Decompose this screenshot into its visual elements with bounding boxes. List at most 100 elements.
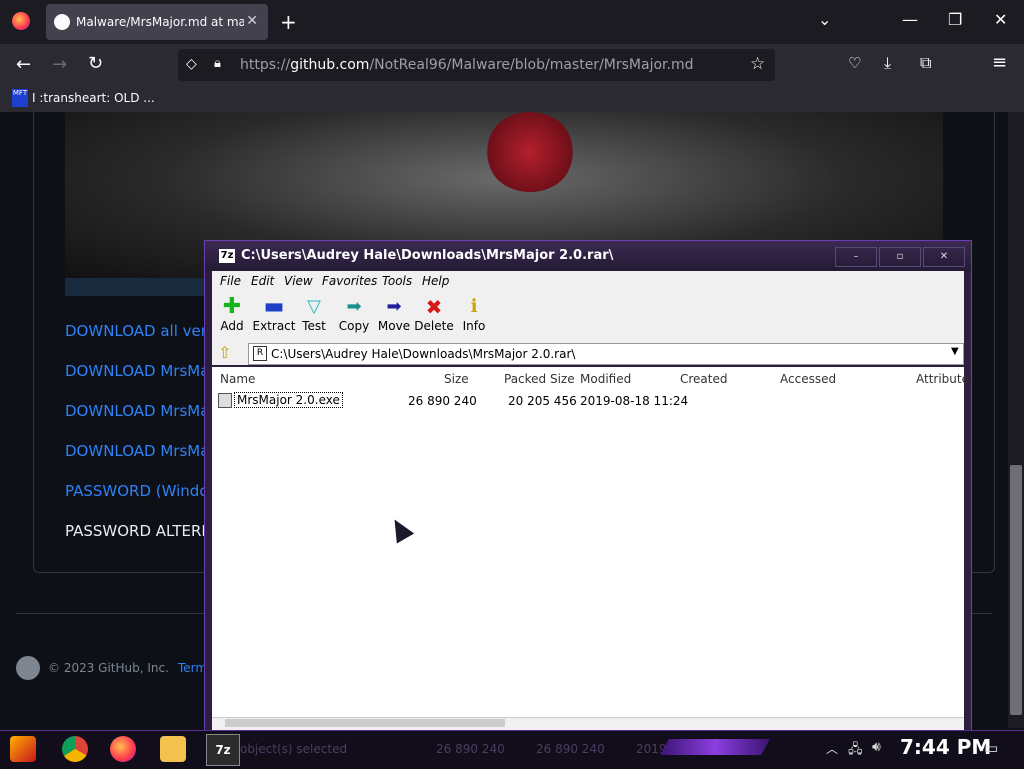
extensions-icon[interactable]: ⧉ [920, 53, 931, 73]
start-icon[interactable] [10, 736, 36, 762]
column-accessed[interactable]: Accessed [780, 372, 836, 386]
copy-button[interactable]: ➡ Copy [334, 293, 374, 339]
column-created[interactable]: Created [680, 372, 728, 386]
add-button[interactable]: ✚ Add [212, 293, 252, 339]
reload-icon[interactable]: ↻ [88, 53, 103, 74]
delete-button[interactable]: ✖ Delete [412, 293, 456, 339]
bookmark-favicon: MFT [12, 89, 28, 107]
github-icon [54, 14, 70, 30]
url-host: github.com [290, 57, 370, 73]
notifications-icon[interactable]: ▭ [984, 739, 998, 757]
extract-button[interactable]: ▬ Extract [250, 293, 298, 339]
menu-file[interactable]: File [220, 274, 241, 288]
horizontal-scrollbar-thumb[interactable] [225, 719, 505, 727]
menu-favorites[interactable]: Favorites [322, 274, 377, 288]
check-icon: ▽ [307, 296, 321, 317]
column-modified[interactable]: Modified [580, 372, 631, 386]
lock-icon[interactable]: 🔒︎ [214, 56, 221, 71]
move-button[interactable]: ➡ Move [374, 293, 414, 339]
file-explorer-icon[interactable] [160, 736, 186, 762]
7zip-taskbar-button[interactable]: 7z [206, 734, 240, 766]
tab-github-mrsmajor[interactable]: Malware/MrsMajor.md at master ✕ [46, 4, 268, 40]
info-button[interactable]: ℹ Info [454, 293, 494, 339]
new-tab-button[interactable]: + [280, 10, 297, 34]
7zip-titlebar[interactable]: 7z C:\Users\Audrey Hale\Downloads\MrsMaj… [205, 241, 971, 271]
maximize-button[interactable]: ▫ [879, 247, 921, 267]
column-name[interactable]: Name [220, 372, 255, 386]
bookmark-item[interactable]: I :transheart: OLD ... [32, 91, 155, 105]
close-button[interactable]: ✕ [923, 247, 965, 267]
menu-tools[interactable]: Tools [382, 274, 412, 288]
download-link-all[interactable]: DOWNLOAD all vers [65, 322, 215, 340]
menu-edit[interactable]: Edit [251, 274, 274, 288]
password-link[interactable]: PASSWORD (Windo [65, 482, 209, 500]
extract-label: Extract [252, 319, 296, 333]
download-link-3[interactable]: DOWNLOAD MrsMa [65, 442, 209, 460]
file-list: MrsMajor 2.0.exe 26 890 240 20 205 456 2… [212, 389, 964, 717]
page-scrollbar-thumb[interactable] [1010, 465, 1022, 715]
firefox-icon[interactable] [12, 12, 30, 30]
test-label: Test [302, 319, 326, 333]
star-icon[interactable]: ☆ [750, 54, 765, 74]
forward-icon[interactable]: → [52, 54, 67, 75]
add-label: Add [220, 319, 244, 333]
7zip-window: 7z C:\Users\Audrey Hale\Downloads\MrsMaj… [204, 240, 972, 732]
bookmarks-toolbar: MFT I :transheart: OLD ... [0, 86, 1024, 112]
github-logo-icon[interactable] [16, 656, 40, 680]
url-path: /NotReal96/Malware/blob/master/MrsMajor.… [369, 57, 694, 73]
address-text: C:\Users\Audrey Hale\Downloads\MrsMajor … [271, 347, 576, 361]
column-header-row: Name Size Packed Size Modified Created A… [212, 367, 969, 390]
file-name[interactable]: MrsMajor 2.0.exe [234, 392, 343, 408]
network-icon[interactable]: 🖧 [848, 740, 863, 762]
download-link-2[interactable]: DOWNLOAD MrsMa [65, 402, 209, 420]
download-icon[interactable]: ⤓ [884, 53, 891, 73]
pocket-icon[interactable]: ♡ [848, 54, 861, 72]
url-prefix: https:// [240, 57, 291, 73]
taskbar-clock[interactable]: 7:44 PM [900, 735, 991, 759]
column-attributes[interactable]: Attribute [916, 372, 969, 386]
back-icon[interactable]: ← [16, 54, 31, 75]
taskbar-decoration [660, 739, 770, 755]
menu-view[interactable]: View [284, 274, 313, 288]
footer-terms-link[interactable]: Term [178, 661, 207, 675]
7zip-menubar: File Edit View Favorites Tools Help [212, 271, 964, 291]
shield-icon[interactable]: ◇ [186, 56, 197, 72]
firefox-taskbar-icon[interactable] [110, 736, 136, 762]
status-size: 26 890 240 [436, 742, 505, 756]
7zip-toolbar: ✚ Add ▬ Extract ▽ Test ➡ Copy ➡ Move ✖ D… [212, 291, 964, 342]
dropdown-arrow-icon[interactable]: ▼ [951, 346, 959, 357]
maximize-icon[interactable]: ❐ [948, 10, 962, 29]
readme-image-taskbar-strip [65, 278, 205, 296]
7zip-title: C:\Users\Audrey Hale\Downloads\MrsMajor … [241, 248, 614, 263]
volume-icon[interactable]: 🔊︎ [872, 739, 881, 755]
archive-icon: R [253, 346, 267, 361]
url-text[interactable]: https://github.com/NotReal96/Malware/blo… [240, 57, 693, 73]
rose-image-detail [485, 112, 575, 192]
test-button[interactable]: ▽ Test [294, 293, 334, 339]
footer-copyright: © 2023 GitHub, Inc. [48, 661, 169, 675]
column-size[interactable]: Size [444, 372, 469, 386]
menu-help[interactable]: Help [422, 274, 449, 288]
arrow-right-icon: ➡ [386, 296, 402, 317]
7zip-address-row: ⇧ R C:\Users\Audrey Hale\Downloads\MrsMa… [212, 341, 964, 365]
column-packed-size[interactable]: Packed Size [504, 372, 575, 386]
status-bar-ghost: object(s) selected 26 890 240 26 890 240… [240, 742, 737, 756]
address-field[interactable]: R C:\Users\Audrey Hale\Downloads\MrsMajo… [248, 343, 964, 365]
show-hidden-icons-icon[interactable]: ︿ [826, 740, 838, 757]
menu-icon[interactable]: ≡ [992, 52, 1007, 73]
minimize-icon[interactable]: — [902, 10, 918, 29]
plus-icon: ✚ [222, 294, 242, 319]
download-link-1[interactable]: DOWNLOAD MrsMa [65, 362, 209, 380]
list-tabs-icon[interactable]: ⌄ [818, 10, 831, 29]
info-label: Info [462, 319, 486, 333]
close-icon[interactable]: ✕ [246, 13, 258, 29]
minimize-button[interactable]: – [835, 247, 877, 267]
minus-icon: ▬ [263, 294, 285, 319]
file-packed-size: 20 205 456 [508, 394, 577, 408]
close-window-icon[interactable]: ✕ [994, 10, 1007, 29]
file-modified: 2019-08-18 11:24 [580, 394, 689, 408]
7zip-icon: 7z [219, 249, 235, 263]
chrome-icon[interactable] [62, 736, 88, 762]
table-row[interactable]: MrsMajor 2.0.exe 26 890 240 20 205 456 2… [212, 389, 964, 411]
folder-up-icon[interactable]: ⇧ [218, 343, 231, 362]
